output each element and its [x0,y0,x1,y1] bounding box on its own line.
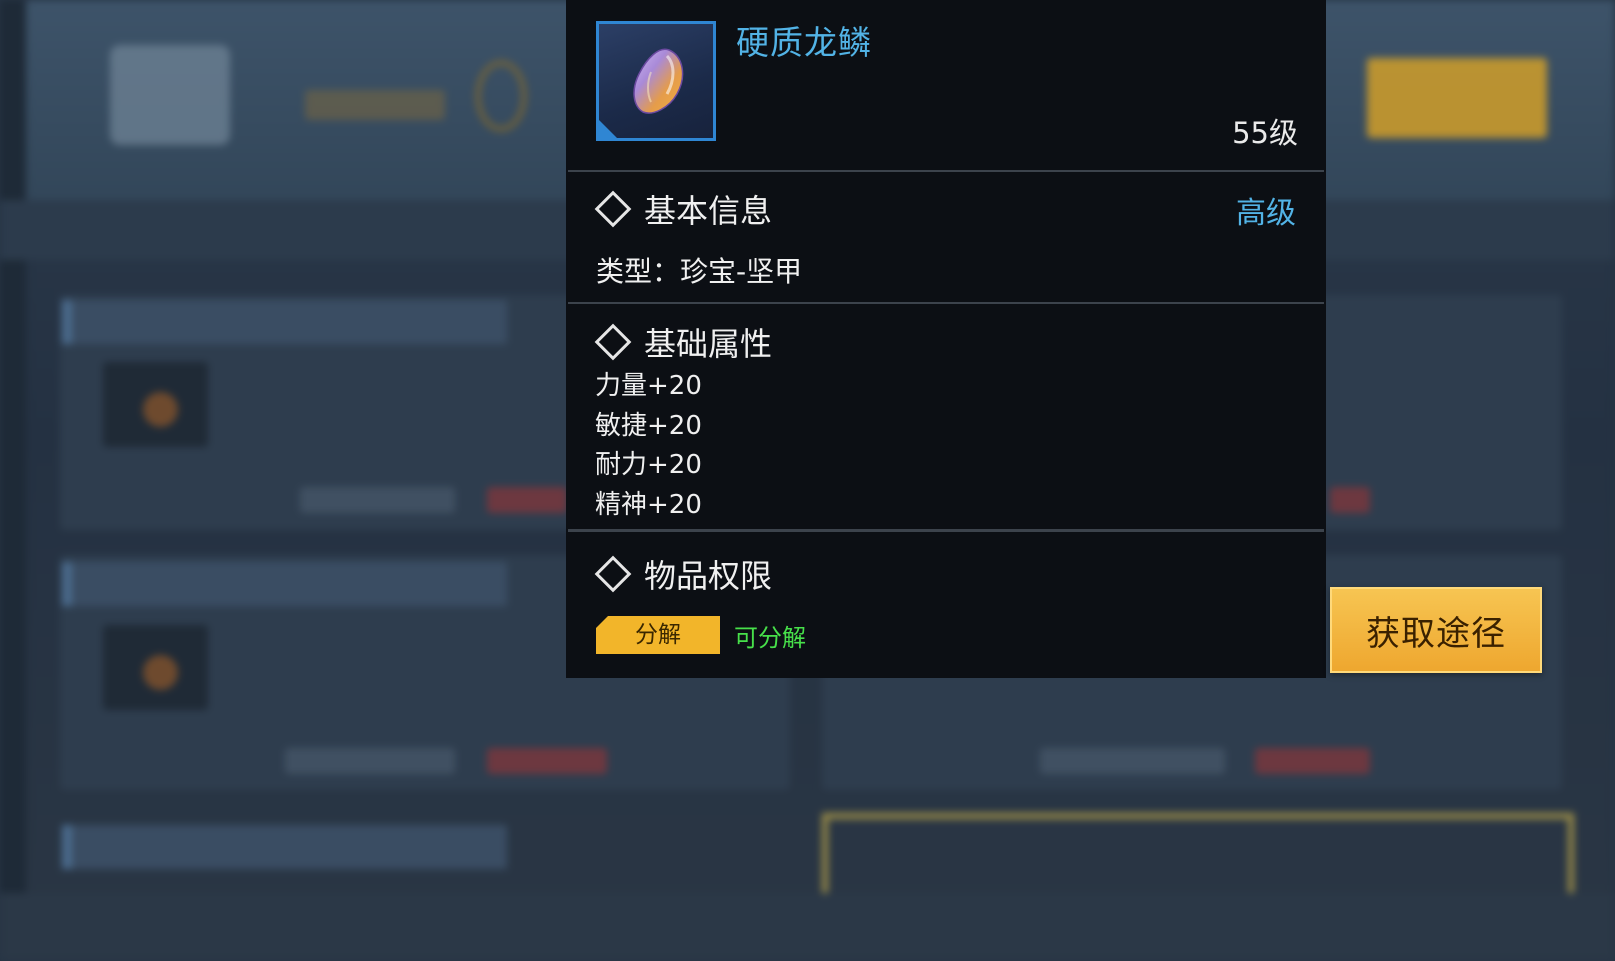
attribute-item: 精神+20 [595,489,702,520]
bg-text [285,748,455,774]
bg-top-button [1367,58,1547,138]
item-type: 类型：珍宝-坚甲 [596,255,803,288]
bg-red-text [487,487,567,513]
item-tooltip-panel: 硬质龙鳞 55级 基本信息 高级 类型：珍宝-坚甲 基础属性 力量+20 敏捷+… [566,0,1326,678]
item-grade: 高级 [1236,196,1296,231]
bg-red-text [1255,748,1370,774]
bg-player-name [305,90,445,120]
item-name: 硬质龙鳞 [736,23,872,62]
obtain-source-button[interactable]: 获取途径 [1330,587,1542,673]
bg-avatar [110,45,230,145]
bg-red-text [1330,487,1370,513]
bg-bottom [0,893,1615,961]
attribute-item: 力量+20 [595,371,702,401]
diamond-icon [594,323,632,361]
decompose-status: 可分解 [734,624,806,652]
section-title: 基础属性 [644,325,773,363]
divider [568,529,1324,532]
divider [568,302,1324,304]
bg-item-slot [103,625,208,710]
bg-text [1040,748,1225,774]
bg-red-text [487,748,607,774]
diamond-icon [594,555,632,593]
section-title: 基本信息 [644,192,773,230]
divider [568,170,1324,172]
decompose-tag: 分解 [596,616,720,654]
bg-left-strip [0,0,26,961]
bg-text [300,487,455,513]
bg-card-bar [62,300,507,344]
bg-card-bar [62,562,507,606]
item-icon-frame [596,21,716,141]
section-title: 物品权限 [644,557,773,595]
diamond-icon [594,190,632,228]
item-header: 硬质龙鳞 55级 [566,0,1326,171]
attribute-list: 力量+20 敏捷+20 耐力+20 精神+20 [595,367,702,525]
bg-ring-icon [475,60,527,132]
dragon-scale-gem-icon [633,48,684,114]
section-basic-info: 基本信息 [594,186,773,232]
attribute-item: 敏捷+20 [595,410,702,441]
bg-item-slot [103,362,208,447]
attribute-item: 耐力+20 [595,450,702,480]
bg-card-bar [62,825,507,869]
section-base-attributes: 基础属性 [594,319,773,365]
item-level: 55级 [1232,116,1298,150]
bg-selected-frame [822,813,1574,899]
section-item-permissions: 物品权限 [594,551,773,597]
